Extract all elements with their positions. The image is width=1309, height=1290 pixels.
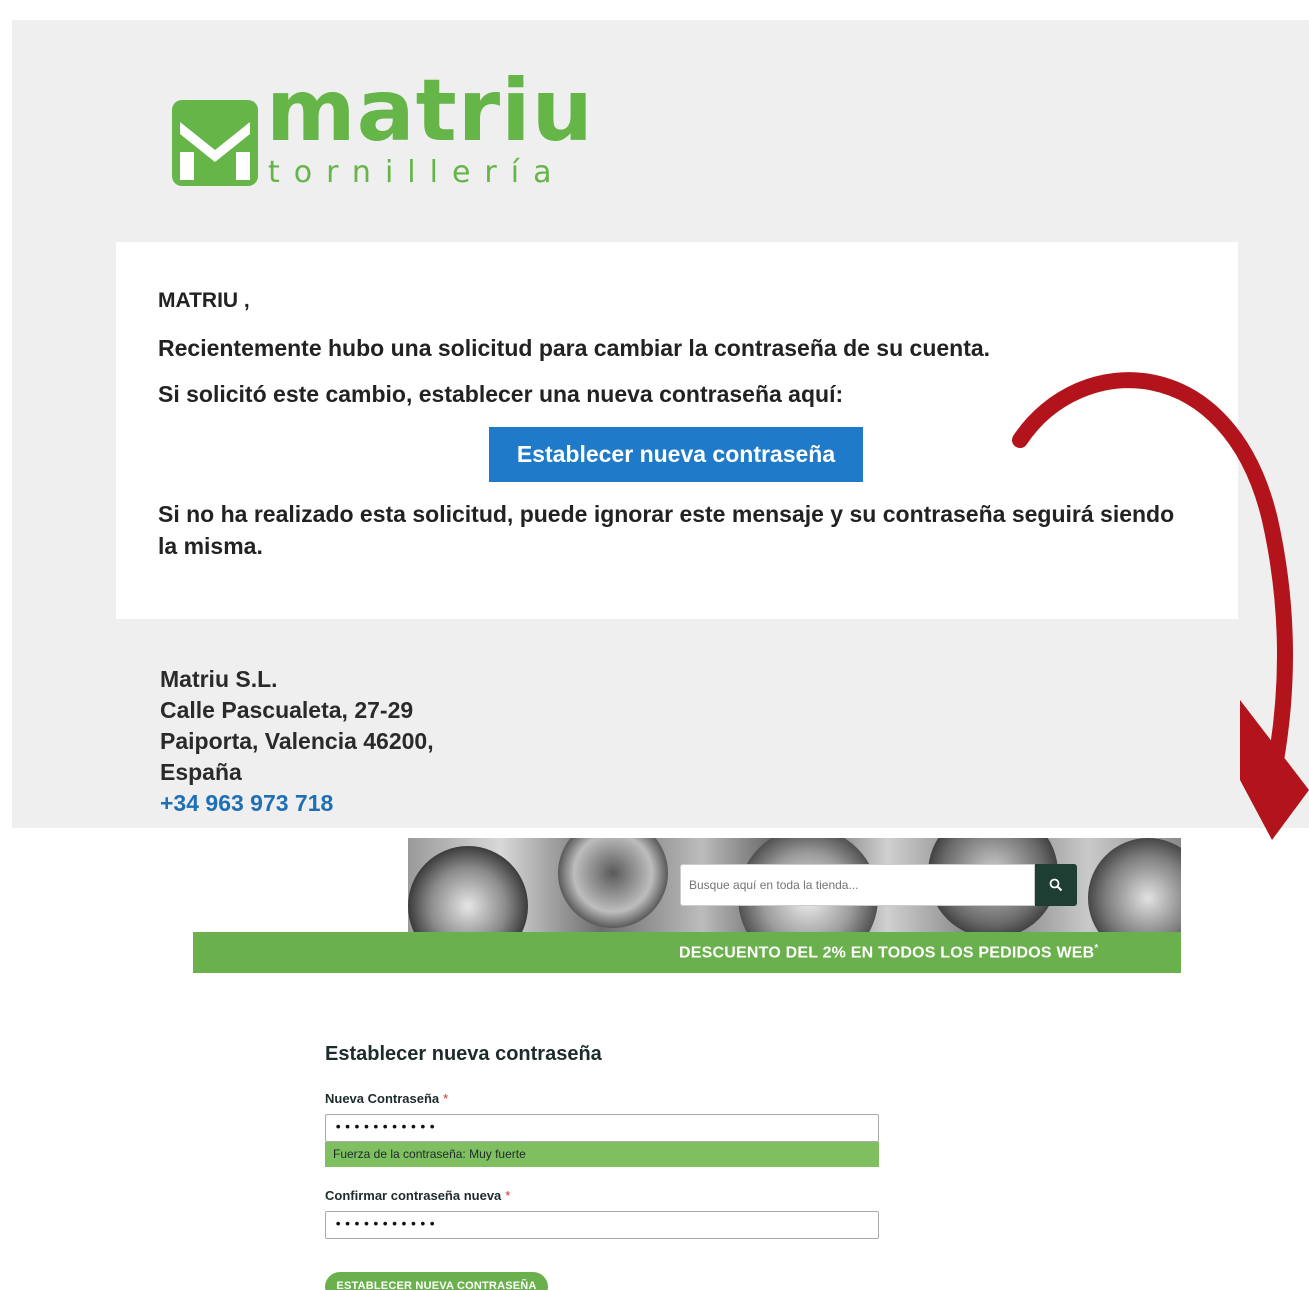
submit-new-password-button[interactable]: ESTABLECER NUEVA CONTRASEÑA [325, 1272, 548, 1290]
email-line-ignore: Si no ha realizado esta solicitud, puede… [158, 501, 1175, 560]
confirm-password-input[interactable]: ••••••••••• [325, 1211, 879, 1239]
search-icon [1049, 878, 1063, 892]
promo-banner: DESCUENTO DEL 2% EN TODOS LOS PEDIDOS WE… [193, 932, 1181, 973]
password-strength-meter: Fuerza de la contraseña: Muy fuerte [325, 1142, 879, 1167]
new-password-label: Nueva Contraseña * [325, 1091, 449, 1106]
set-new-password-button[interactable]: Establecer nueva contraseña [489, 427, 863, 482]
confirm-password-label: Confirmar contraseña nueva * [325, 1188, 511, 1203]
matriu-logo-icon [172, 100, 258, 186]
email-card: MATRIU , Recientemente hubo una solicitu… [116, 242, 1238, 619]
logo-subtitle: tornillería [268, 155, 566, 190]
logo-wordmark: matriu [266, 61, 594, 161]
address-country: España [160, 759, 242, 785]
new-password-input[interactable]: ••••••••••• [325, 1114, 879, 1142]
required-mark: * [505, 1188, 511, 1203]
page-title: Establecer nueva contraseña [325, 1043, 602, 1065]
address-street: Calle Pascualeta, 27-29 [160, 697, 414, 723]
promo-footnote-mark: * [1094, 943, 1099, 954]
company-name: Matriu S.L. [160, 666, 278, 692]
required-mark: * [443, 1091, 449, 1106]
email-greeting: MATRIU , [158, 289, 250, 312]
search-button[interactable] [1035, 864, 1077, 906]
matriu-logo: matriu tornillería [172, 68, 593, 190]
company-address: Matriu S.L. Calle Pascualeta, 27-29 Paip… [160, 664, 434, 819]
phone-link[interactable]: +34 963 973 718 [160, 788, 434, 819]
email-line-request: Recientemente hubo una solicitud para ca… [158, 335, 991, 361]
search-input[interactable] [680, 864, 1035, 906]
store-header-banner [193, 838, 1181, 932]
promo-text: DESCUENTO DEL 2% EN TODOS LOS PEDIDOS WE… [679, 943, 1099, 962]
address-city: Paiporta, Valencia 46200, [160, 728, 434, 754]
search-bar [680, 864, 1077, 906]
email-line-instruction: Si solicitó este cambio, establecer una … [158, 381, 844, 407]
